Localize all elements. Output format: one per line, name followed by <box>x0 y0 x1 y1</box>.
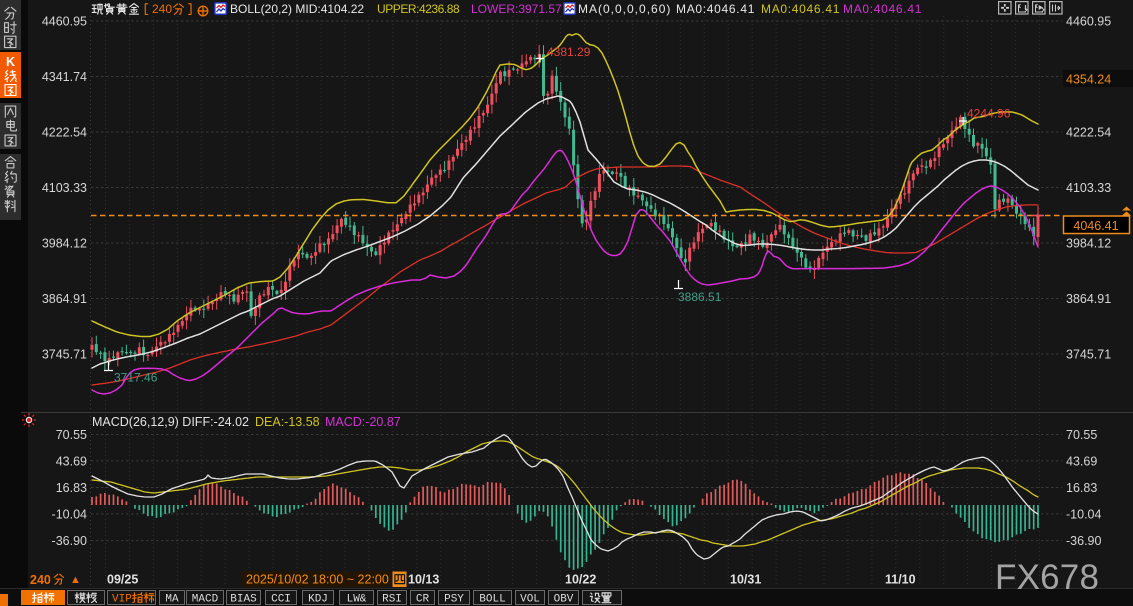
svg-text:MACD(26,12,9) DIFF:-24.02: MACD(26,12,9) DIFF:-24.02 <box>92 415 249 429</box>
svg-text:MA0:4046.41: MA0:4046.41 <box>843 2 922 16</box>
svg-text:16.83: 16.83 <box>1066 481 1097 495</box>
svg-text:PSY: PSY <box>444 593 464 605</box>
svg-text:LOWER:3971.57: LOWER:3971.57 <box>471 2 562 16</box>
svg-text:MA(0,0,0,0,60): MA(0,0,0,0,60) <box>578 2 671 16</box>
svg-text:43.69: 43.69 <box>1066 454 1097 468</box>
svg-text:4046.41: 4046.41 <box>1073 219 1118 233</box>
svg-text:3717.46: 3717.46 <box>114 371 158 385</box>
svg-text:MA0:4046.41: MA0:4046.41 <box>761 2 840 16</box>
svg-text:MA0:4046.41: MA0:4046.41 <box>676 2 755 16</box>
svg-text:-10.04: -10.04 <box>52 507 87 521</box>
svg-text:4103.33: 4103.33 <box>42 181 87 195</box>
svg-text:4341.74: 4341.74 <box>42 70 87 84</box>
svg-text:RSI: RSI <box>382 593 402 605</box>
svg-text:VOL: VOL <box>520 593 540 605</box>
svg-text:2025/10/02 18:00 ~ 22:00: 2025/10/02 18:00 ~ 22:00 <box>246 573 389 587</box>
svg-text:240: 240 <box>152 2 172 16</box>
svg-text:4103.33: 4103.33 <box>1066 181 1111 195</box>
svg-text:3886.51: 3886.51 <box>678 290 722 304</box>
svg-text:4460.95: 4460.95 <box>42 15 87 29</box>
svg-text:UPPER:4236.88: UPPER:4236.88 <box>377 2 460 16</box>
svg-text:4222.54: 4222.54 <box>42 126 87 140</box>
svg-text:KDJ: KDJ <box>308 593 328 605</box>
svg-text:-10.04: -10.04 <box>1066 507 1101 521</box>
svg-text:3864.91: 3864.91 <box>1066 292 1111 306</box>
svg-text:10/31: 10/31 <box>730 573 761 587</box>
svg-text:▲: ▲ <box>70 574 81 586</box>
svg-text:-36.90: -36.90 <box>1066 534 1101 548</box>
svg-text:3984.12: 3984.12 <box>1066 237 1111 251</box>
svg-text:OBV: OBV <box>554 593 574 605</box>
svg-text:MA: MA <box>165 593 179 605</box>
svg-text:3745.71: 3745.71 <box>42 348 87 362</box>
svg-text:4354.24: 4354.24 <box>1066 73 1111 87</box>
svg-text:K: K <box>6 55 15 69</box>
svg-text:4222.54: 4222.54 <box>1066 126 1111 140</box>
svg-text:3745.71: 3745.71 <box>1066 348 1111 362</box>
svg-text:CCI: CCI <box>271 593 291 605</box>
svg-text:VIP: VIP <box>112 593 132 605</box>
svg-text:MACD:-20.87: MACD:-20.87 <box>325 415 401 429</box>
svg-text:4244.96: 4244.96 <box>967 107 1011 121</box>
svg-text:43.69: 43.69 <box>56 454 87 468</box>
svg-text:BOLL: BOLL <box>479 593 505 605</box>
svg-text:-36.90: -36.90 <box>52 534 87 548</box>
svg-text:09/25: 09/25 <box>107 573 138 587</box>
svg-text:10/13: 10/13 <box>408 573 439 587</box>
svg-text:11/10: 11/10 <box>885 573 916 587</box>
svg-text:CR: CR <box>416 593 430 605</box>
svg-text:3984.12: 3984.12 <box>42 237 87 251</box>
svg-text:70.55: 70.55 <box>56 428 87 442</box>
svg-text:BIAS: BIAS <box>230 593 257 605</box>
svg-text:BOLL(20,2) MID:4104.22: BOLL(20,2) MID:4104.22 <box>230 2 364 16</box>
svg-text:16.83: 16.83 <box>56 481 87 495</box>
svg-text:3864.91: 3864.91 <box>42 292 87 306</box>
svg-text:4460.95: 4460.95 <box>1066 15 1111 29</box>
svg-text:10/22: 10/22 <box>565 573 596 587</box>
svg-text:DEA:-13.58: DEA:-13.58 <box>255 415 320 429</box>
svg-text:70.55: 70.55 <box>1066 428 1097 442</box>
svg-text:LW&: LW& <box>347 593 367 605</box>
svg-text:MACD: MACD <box>192 593 219 605</box>
svg-text:4381.29: 4381.29 <box>547 45 591 59</box>
svg-text:240: 240 <box>30 573 51 587</box>
